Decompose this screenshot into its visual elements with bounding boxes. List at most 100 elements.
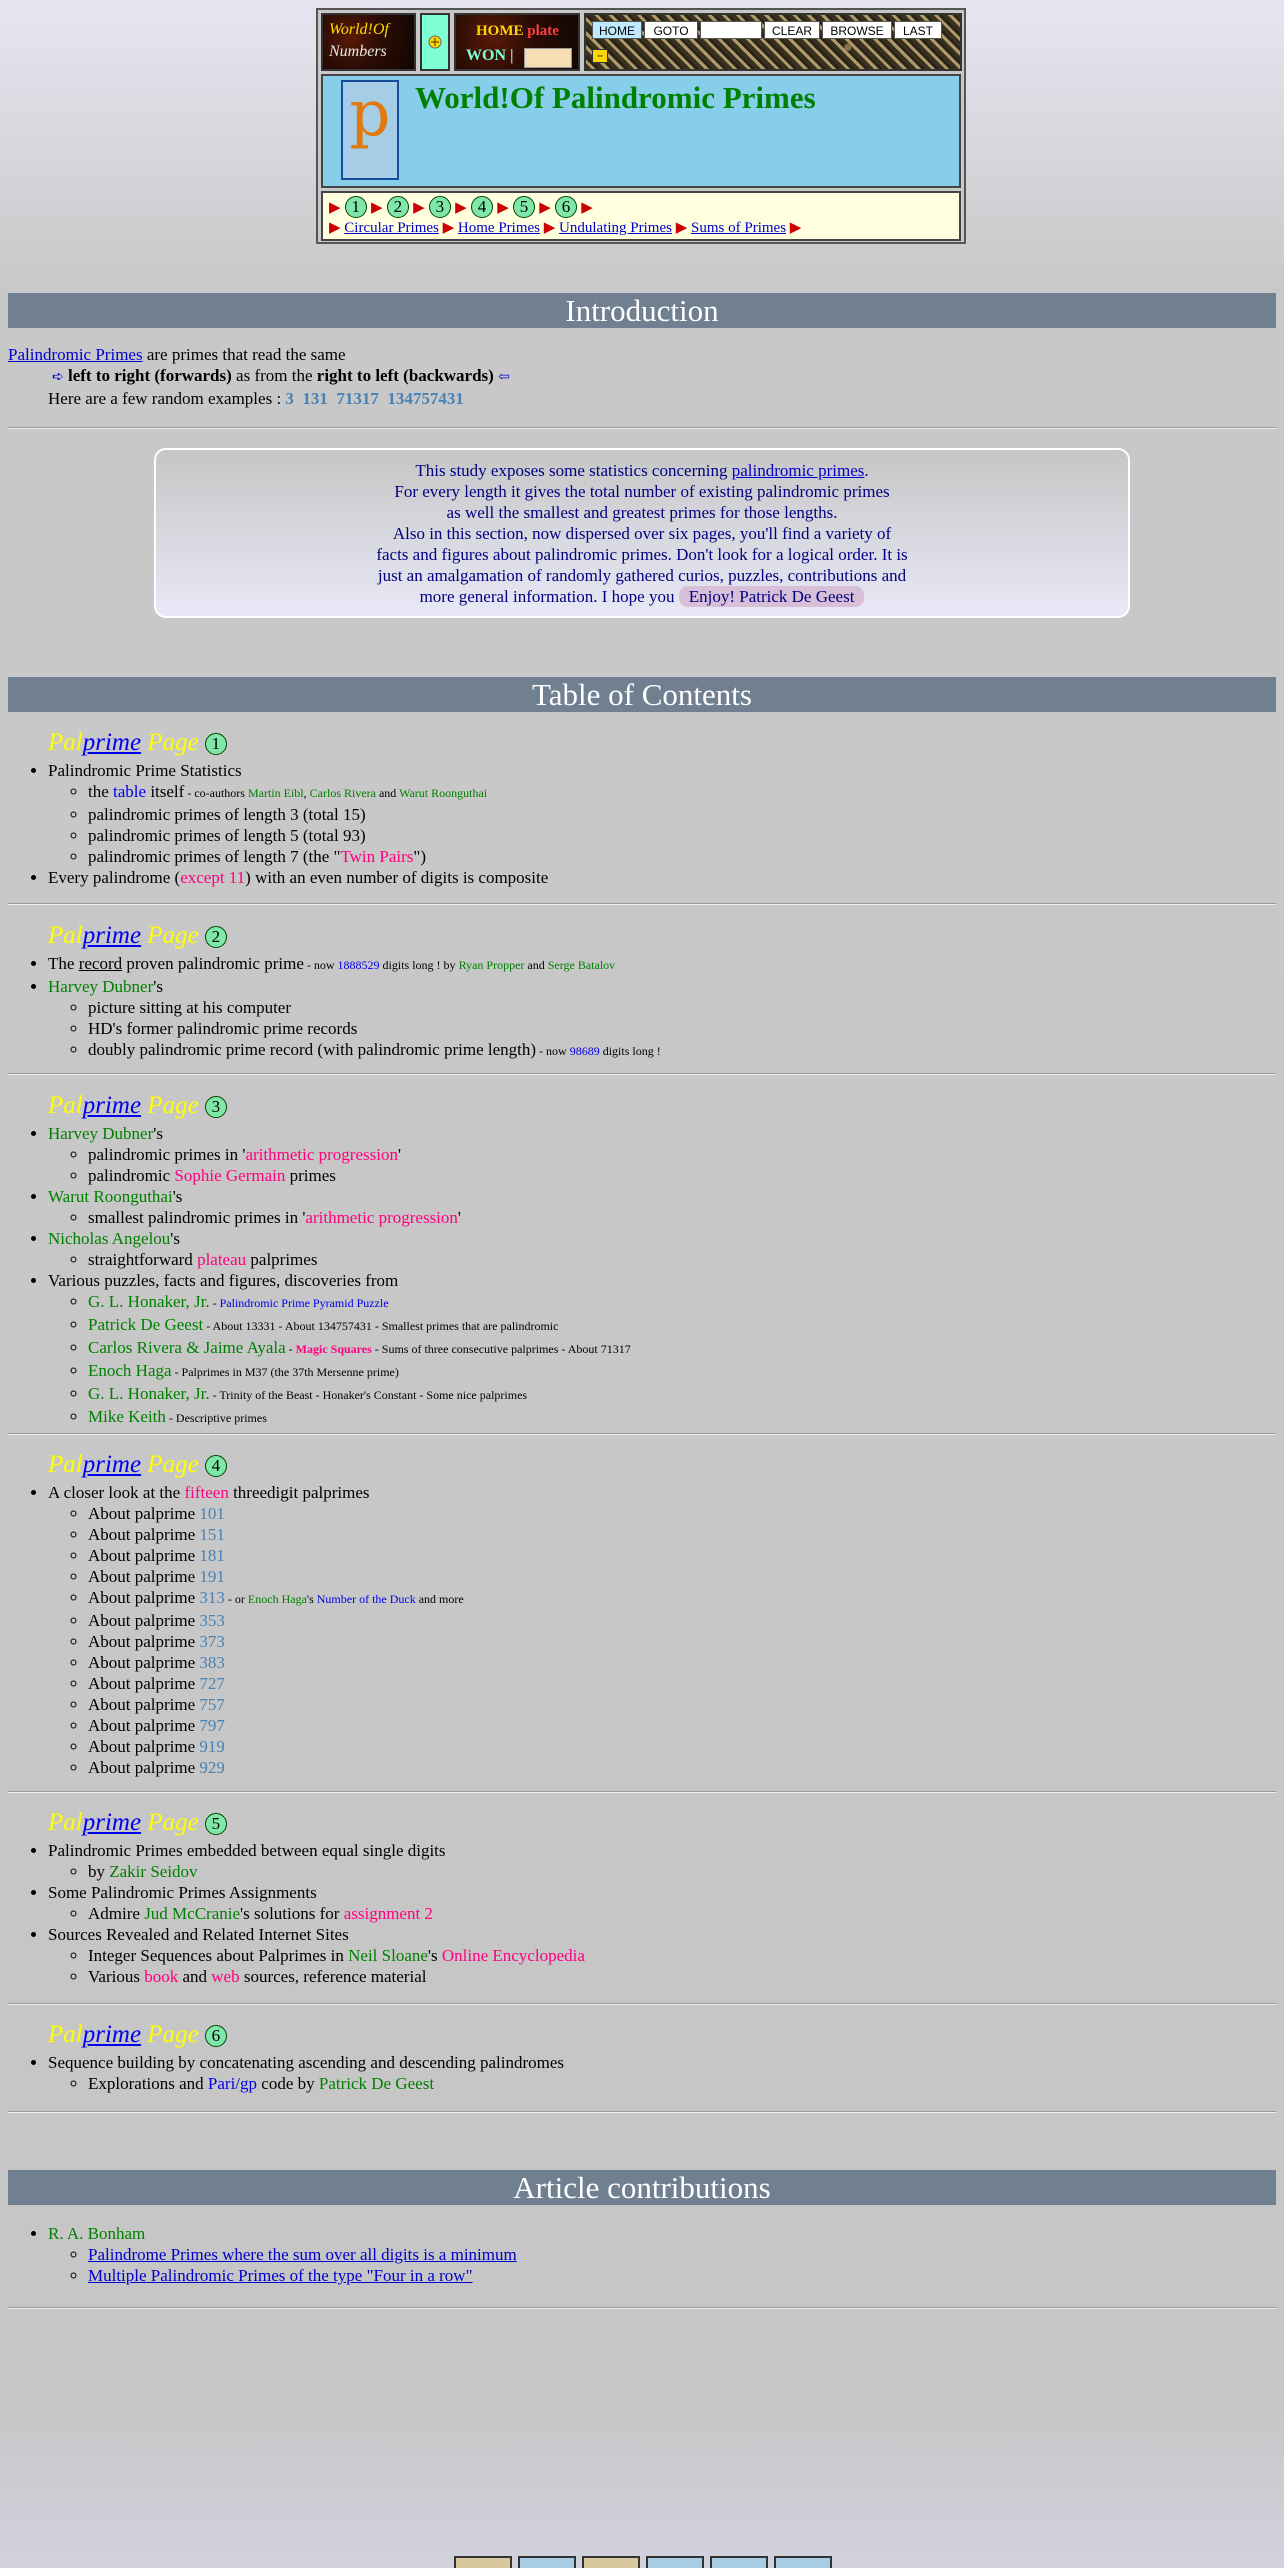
page-link-6[interactable]: 6 xyxy=(555,196,578,218)
palprime-page-2-link[interactable]: prime xyxy=(83,922,141,949)
list-item[interactable]: About palprime 101 xyxy=(88,1503,1268,1524)
list-item[interactable]: Every palindrome (except 11) with an eve… xyxy=(48,867,1268,888)
list-item[interactable]: G. L. Honaker, Jr. - Palindromic Prime P… xyxy=(88,1291,1268,1314)
palindrome-icon[interactable] xyxy=(420,13,450,71)
list-item[interactable]: Patrick De Geest - About 13331 - About 1… xyxy=(88,1314,1268,1337)
pyramid-puzzle-link[interactable]: Palindromic Prime Pyramid Puzzle xyxy=(220,1296,389,1310)
palprime-page-1-link[interactable]: prime xyxy=(83,729,141,756)
item-text: proven palindromic prime xyxy=(122,954,304,973)
item-text: - Trinity of the Beast - Honaker's Const… xyxy=(209,1388,528,1402)
goto-button[interactable]: GOTO xyxy=(644,21,698,39)
list-item[interactable]: Various book and web sources, reference … xyxy=(88,1966,1268,1987)
arrow-icon: ▶ xyxy=(497,200,509,216)
home-primes-link[interactable]: Home Primes xyxy=(458,220,540,236)
page-link-2[interactable]: 2 xyxy=(386,196,409,218)
title-panel: p World!Of Palindromic Primes xyxy=(321,74,961,188)
undulating-primes-link[interactable]: Undulating Primes xyxy=(559,220,672,236)
number-of-the-duck-link[interactable]: Number of the Duck xyxy=(317,1592,416,1606)
list-item[interactable]: About palprime 727 xyxy=(88,1673,1268,1694)
footer-icon[interactable] xyxy=(646,2556,704,2568)
list-item[interactable]: by Zakir Seidov xyxy=(88,1861,1268,1882)
palindromic-primes-link[interactable]: palindromic primes xyxy=(732,461,865,480)
list-item[interactable]: HD's former palindromic prime records xyxy=(88,1018,1268,1039)
won-input[interactable] xyxy=(524,48,572,68)
list-item[interactable]: About palprime 797 xyxy=(88,1715,1268,1736)
list-item[interactable]: palindromic primes of length 7 (the "Twi… xyxy=(88,846,1268,867)
last-button[interactable]: LAST xyxy=(894,21,942,39)
list-item[interactable]: About palprime 181 xyxy=(88,1545,1268,1566)
list-item[interactable]: Carlos Rivera & Jaime Ayala - Magic Squa… xyxy=(88,1337,1268,1360)
list-item[interactable]: palindromic Sophie Germain primes xyxy=(88,1165,1268,1186)
page-link-1[interactable]: 1 xyxy=(344,196,367,218)
footer-icon[interactable] xyxy=(454,2556,512,2568)
item-text: About palprime xyxy=(88,1737,200,1756)
list-item[interactable]: palindromic primes of length 3 (total 15… xyxy=(88,804,1268,825)
item-text: 's xyxy=(306,1592,317,1606)
page-3-heading: Palprime Page 3 xyxy=(48,1091,1268,1123)
palprime-value: 373 xyxy=(199,1632,225,1651)
circular-primes-link[interactable]: Circular Primes xyxy=(344,220,439,236)
toc-page-5: Palprime Page 5 Palindromic Primes embed… xyxy=(8,1808,1268,1987)
table-link[interactable]: table xyxy=(113,782,146,801)
list-item[interactable]: About palprime 353 xyxy=(88,1610,1268,1631)
list-item[interactable]: G. L. Honaker, Jr. - Trinity of the Beas… xyxy=(88,1383,1268,1406)
list-item: Nicholas Angelou's straightforward plate… xyxy=(48,1228,1268,1270)
home-button[interactable]: HOME xyxy=(592,21,642,39)
list-item[interactable]: Admire Jud McCranie's solutions for assi… xyxy=(88,1903,1268,1924)
list-item[interactable]: About palprime 929 xyxy=(88,1757,1268,1778)
sums-of-primes-link[interactable]: Sums of Primes xyxy=(691,220,786,236)
item-text: About palprime xyxy=(88,1674,200,1693)
palprime-page-3-link[interactable]: prime xyxy=(83,1092,141,1119)
list-item[interactable]: picture sitting at his computer xyxy=(88,997,1268,1018)
list-item[interactable]: About palprime 919 xyxy=(88,1736,1268,1757)
divider xyxy=(8,1433,1276,1435)
list-item[interactable]: The record proven palindromic prime - no… xyxy=(48,953,1268,976)
won-word: WON xyxy=(466,47,506,64)
clear-button[interactable]: CLEAR xyxy=(764,21,820,39)
footer-icon[interactable] xyxy=(582,2556,640,2568)
list-item[interactable]: Enoch Haga - Palprimes in M37 (the 37th … xyxy=(88,1360,1268,1383)
goto-input[interactable] xyxy=(700,21,762,39)
page-link-3[interactable]: 3 xyxy=(428,196,451,218)
list-item[interactable]: About palprime 313 - or Enoch Haga's Num… xyxy=(88,1587,1268,1610)
list-item[interactable]: palindromic primes in 'arithmetic progre… xyxy=(88,1144,1268,1165)
list-item[interactable]: About palprime 373 xyxy=(88,1631,1268,1652)
browse-button[interactable]: BROWSE xyxy=(822,21,892,39)
article-link-four-in-a-row[interactable]: Multiple Palindromic Primes of the type … xyxy=(88,2266,473,2285)
page-link-4[interactable]: 4 xyxy=(470,196,493,218)
page-link-5[interactable]: 5 xyxy=(512,196,535,218)
list-item[interactable]: Explorations and Pari/gp code by Patrick… xyxy=(88,2073,1268,2094)
list-item[interactable]: About palprime 383 xyxy=(88,1652,1268,1673)
page-number-badge: 1 xyxy=(204,733,227,756)
item-text: - xyxy=(209,1296,220,1310)
list-item[interactable]: palindromic primes of length 5 (total 93… xyxy=(88,825,1268,846)
double-arrow-left-icon: ⇦ xyxy=(498,370,510,385)
footer-icon[interactable] xyxy=(710,2556,768,2568)
home-plate-tile[interactable]: HOME plate WON | xyxy=(454,13,580,71)
author-name: Harvey Dubner xyxy=(48,977,154,996)
list-item[interactable]: About palprime 151 xyxy=(88,1524,1268,1545)
item-text: Palindromic Primes embedded between equa… xyxy=(48,1841,446,1860)
list-item[interactable]: straightforward plateau palprimes xyxy=(88,1249,1268,1270)
list-item[interactable]: smallest palindromic primes in 'arithmet… xyxy=(88,1207,1268,1228)
world-of-numbers-logo[interactable]: World!Of Numbers xyxy=(321,13,416,71)
item-text: - or xyxy=(224,1592,248,1606)
mini-menu-icon[interactable]: ⇔ xyxy=(592,49,608,63)
list-item[interactable]: About palprime 191 xyxy=(88,1566,1268,1587)
author-name: Patrick De Geest xyxy=(318,2074,435,2093)
footer-icon[interactable] xyxy=(774,2556,832,2568)
list-item: Palindromic Prime Statistics the table i… xyxy=(48,760,1268,867)
list-item[interactable]: Integer Sequences about Palprimes in Nei… xyxy=(88,1945,1268,1966)
footer-icon[interactable] xyxy=(518,2556,576,2568)
palprime-value: 101 xyxy=(199,1504,225,1523)
palindromic-primes-link[interactable]: Palindromic Primes xyxy=(8,345,143,364)
palprime-page-5-link[interactable]: prime xyxy=(83,1809,141,1836)
article-link-sum-digits[interactable]: Palindrome Primes where the sum over all… xyxy=(88,2245,517,2264)
list-item[interactable]: doubly palindromic prime record (with pa… xyxy=(88,1039,1268,1062)
palprime-page-6-link[interactable]: prime xyxy=(83,2021,141,2048)
item-text: plateau xyxy=(197,1250,247,1269)
list-item[interactable]: About palprime 757 xyxy=(88,1694,1268,1715)
list-item[interactable]: Mike Keith - Descriptive primes xyxy=(88,1406,1268,1429)
palprime-page-4-link[interactable]: prime xyxy=(83,1451,141,1478)
parigp-link[interactable]: Pari/gp xyxy=(208,2074,257,2093)
